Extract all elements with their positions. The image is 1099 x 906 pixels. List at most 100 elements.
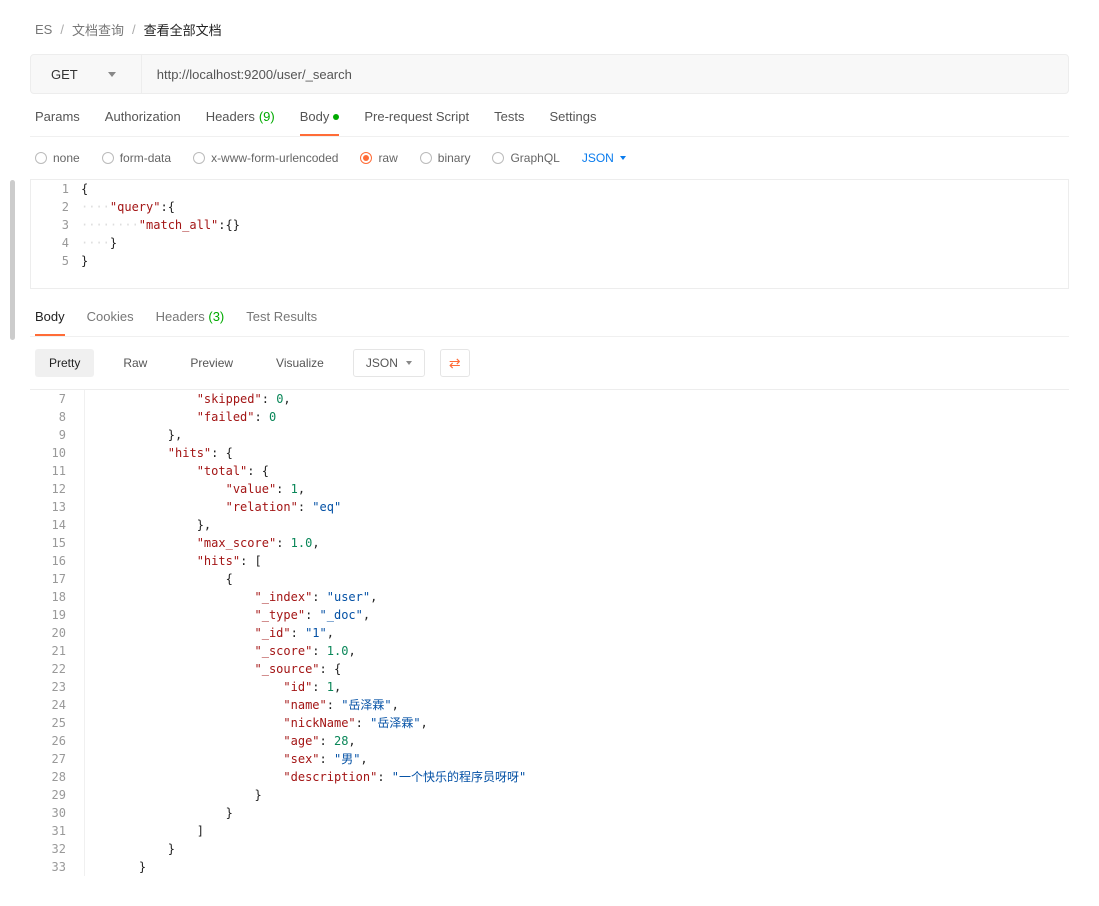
response-line: 16 "hits": [ [30, 552, 1069, 570]
response-line: 10 "hits": { [30, 444, 1069, 462]
line-number: 16 [30, 552, 85, 570]
bc-item-0[interactable]: ES [35, 22, 52, 37]
line-number: 18 [30, 588, 85, 606]
radio-checked-icon [360, 152, 372, 164]
tab-params[interactable]: Params [35, 109, 80, 136]
url-bar: GET [30, 54, 1069, 94]
body-modified-dot-icon [333, 114, 339, 120]
line-number: 26 [30, 732, 85, 750]
response-tabs: Body Cookies Headers (3) Test Results [30, 309, 1069, 337]
radio-icon [102, 152, 114, 164]
body-opt-none[interactable]: none [35, 151, 80, 165]
line-number: 30 [30, 804, 85, 822]
response-line: 19 "_type": "_doc", [30, 606, 1069, 624]
response-line: 32 } [30, 840, 1069, 858]
line-number: 9 [30, 426, 85, 444]
response-line: 29 } [30, 786, 1069, 804]
response-body-viewer[interactable]: 7 "skipped": 0,8 "failed": 09 },10 "hits… [30, 389, 1069, 876]
resp-tab-cookies[interactable]: Cookies [87, 309, 134, 336]
view-pretty-button[interactable]: Pretty [35, 349, 94, 377]
radio-icon [420, 152, 432, 164]
http-method-label: GET [51, 67, 78, 82]
tab-body[interactable]: Body [300, 109, 340, 136]
response-line: 23 "id": 1, [30, 678, 1069, 696]
view-preview-button[interactable]: Preview [176, 349, 247, 377]
body-opt-urlencoded[interactable]: x-www-form-urlencoded [193, 151, 338, 165]
tab-authorization[interactable]: Authorization [105, 109, 181, 136]
response-line: 8 "failed": 0 [30, 408, 1069, 426]
line-number: 8 [30, 408, 85, 426]
line-number: 31 [30, 822, 85, 840]
http-method-select[interactable]: GET [31, 55, 142, 93]
chevron-down-icon [406, 361, 412, 365]
line-number: 19 [30, 606, 85, 624]
request-body-editor[interactable]: 1{ 2····"query":{ 3········"match_all":{… [30, 179, 1069, 289]
request-tabs: Params Authorization Headers (9) Body Pr… [30, 94, 1069, 137]
response-line: 28 "description": "一个快乐的程序员呀呀" [30, 768, 1069, 786]
response-line: 22 "_source": { [30, 660, 1069, 678]
response-line: 14 }, [30, 516, 1069, 534]
line-number: 12 [30, 480, 85, 498]
line-number: 5 [31, 252, 81, 270]
line-number: 20 [30, 624, 85, 642]
tab-headers[interactable]: Headers (9) [206, 109, 275, 136]
line-number: 33 [30, 858, 85, 876]
response-section: Body Cookies Headers (3) Test Results Pr… [30, 309, 1069, 876]
tab-label: Body [300, 109, 330, 124]
body-raw-type-select[interactable]: JSON [582, 151, 626, 165]
response-line: 15 "max_score": 1.0, [30, 534, 1069, 552]
line-number: 24 [30, 696, 85, 714]
line-number: 3 [31, 216, 81, 234]
tab-tests[interactable]: Tests [494, 109, 524, 136]
line-number: 11 [30, 462, 85, 480]
view-raw-button[interactable]: Raw [109, 349, 161, 377]
breadcrumb: ES / 文档查询 / 查看全部文档 [30, 10, 1069, 54]
bc-item-1[interactable]: 文档查询 [72, 20, 124, 39]
response-line: 17 { [30, 570, 1069, 588]
bc-item-2[interactable]: 查看全部文档 [144, 20, 222, 39]
line-number: 22 [30, 660, 85, 678]
line-number: 32 [30, 840, 85, 858]
response-line: 25 "nickName": "岳泽霖", [30, 714, 1069, 732]
response-type-select[interactable]: JSON [353, 349, 425, 377]
tab-pre-request-script[interactable]: Pre-request Script [364, 109, 469, 136]
resp-tab-test-results[interactable]: Test Results [246, 309, 317, 336]
resp-tab-headers[interactable]: Headers (3) [156, 309, 225, 336]
response-line: 7 "skipped": 0, [30, 390, 1069, 408]
response-line: 11 "total": { [30, 462, 1069, 480]
chevron-down-icon [620, 156, 626, 160]
body-opt-graphql[interactable]: GraphQL [492, 151, 559, 165]
tab-settings[interactable]: Settings [549, 109, 596, 136]
response-line: 13 "relation": "eq" [30, 498, 1069, 516]
line-number: 17 [30, 570, 85, 588]
body-type-options: none form-data x-www-form-urlencoded raw… [30, 137, 1069, 179]
main-container: ES / 文档查询 / 查看全部文档 GET Params Authorizat… [0, 0, 1099, 896]
left-scrollbar[interactable] [10, 180, 15, 340]
line-number: 7 [30, 390, 85, 408]
body-opt-binary[interactable]: binary [420, 151, 471, 165]
url-input[interactable] [142, 55, 1068, 93]
resp-headers-count: (3) [208, 309, 224, 324]
response-line: 24 "name": "岳泽霖", [30, 696, 1069, 714]
line-number: 2 [31, 198, 81, 216]
resp-tab-body[interactable]: Body [35, 309, 65, 336]
radio-icon [35, 152, 47, 164]
line-number: 21 [30, 642, 85, 660]
response-line: 33 } [30, 858, 1069, 876]
body-opt-form-data[interactable]: form-data [102, 151, 171, 165]
response-line: 12 "value": 1, [30, 480, 1069, 498]
line-number: 29 [30, 786, 85, 804]
line-number: 23 [30, 678, 85, 696]
line-number: 1 [31, 180, 81, 198]
body-opt-raw[interactable]: raw [360, 151, 397, 165]
line-number: 15 [30, 534, 85, 552]
headers-count: (9) [259, 109, 275, 124]
line-number: 28 [30, 768, 85, 786]
response-line: 26 "age": 28, [30, 732, 1069, 750]
response-toolbar: Pretty Raw Preview Visualize JSON ⇄ [30, 337, 1069, 389]
radio-icon [193, 152, 205, 164]
view-visualize-button[interactable]: Visualize [262, 349, 338, 377]
line-number: 4 [31, 234, 81, 252]
response-line: 30 } [30, 804, 1069, 822]
wrap-lines-icon[interactable]: ⇄ [440, 349, 470, 377]
